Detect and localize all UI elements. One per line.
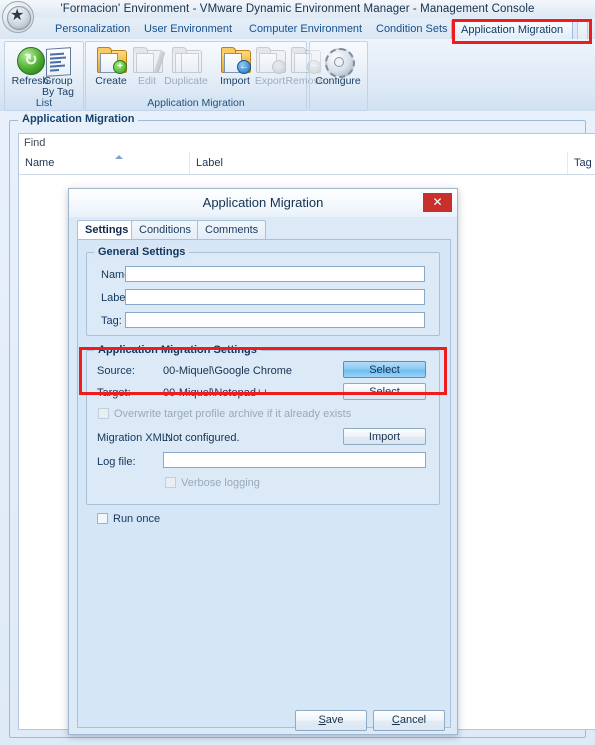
column-header-tag[interactable]: Tag xyxy=(567,152,595,174)
source-select-button[interactable]: Select xyxy=(343,361,426,378)
log-file-label: Log file: xyxy=(97,456,136,468)
ribbon-group-list-label: List xyxy=(35,97,53,109)
window-title: 'Formacion' Environment - VMware Dynamic… xyxy=(60,3,535,15)
title-bar: 'Formacion' Environment - VMware Dynamic… xyxy=(0,0,595,19)
tag-field[interactable] xyxy=(125,312,425,328)
overwrite-label: Overwrite target profile archive if it a… xyxy=(114,408,352,420)
dialog-footer: Save Cancel xyxy=(69,706,457,734)
ribbon-group-application-migration-label: Application Migration xyxy=(147,97,245,109)
star-glyph: ★ xyxy=(10,7,25,24)
ribbon-tab-application-migration[interactable]: Application Migration xyxy=(451,19,574,41)
dialog-title: Application Migration xyxy=(202,195,324,210)
ribbon-button-duplicate-label: Duplicate xyxy=(164,75,208,87)
verbose-logging-label: Verbose logging xyxy=(181,477,260,489)
ribbon: ↻ Refresh Group By Tag List + Create Edi… xyxy=(0,39,595,112)
tag-label: Tag: xyxy=(101,315,122,327)
ribbon-tab-user-environment[interactable]: User Environment xyxy=(135,19,241,39)
tab-conditions[interactable]: Conditions xyxy=(131,220,199,240)
cancel-button[interactable]: Cancel xyxy=(373,710,445,731)
name-field[interactable] xyxy=(125,266,425,282)
save-label-rest: ave xyxy=(325,714,344,726)
label-field[interactable] xyxy=(125,289,425,305)
find-placeholder: Find xyxy=(24,137,46,149)
close-icon[interactable]: ✕ xyxy=(423,193,452,212)
ribbon-tab-personalization[interactable]: Personalization xyxy=(46,19,139,39)
application-migration-dialog: Application Migration ✕ Settings Conditi… xyxy=(68,188,458,735)
sort-ascending-icon xyxy=(115,155,123,159)
star-circle-icon[interactable]: ★ xyxy=(2,1,34,33)
cancel-label-rest: ancel xyxy=(399,714,427,726)
duplicate-icon xyxy=(157,46,215,76)
migration-settings-legend: Application Migration Settings xyxy=(94,344,261,356)
dialog-title-bar: Application Migration ✕ xyxy=(69,189,457,218)
source-value: 00-Miquel\Google Chrome xyxy=(163,365,293,377)
settings-tab-panel: General Settings Name: Label: Tag: Appli… xyxy=(77,239,451,728)
ribbon-tab-overflow[interactable] xyxy=(577,19,588,41)
log-file-field[interactable] xyxy=(163,452,426,468)
column-header-name[interactable]: Name xyxy=(19,152,189,174)
import-xml-button[interactable]: Import xyxy=(343,428,426,445)
ribbon-group-application-migration: + Create Edit Duplicate ← Import → Expor… xyxy=(85,41,325,111)
save-button[interactable]: Save xyxy=(295,710,367,731)
run-once-checkbox[interactable] xyxy=(97,513,108,524)
column-header-label[interactable]: Label xyxy=(189,152,567,174)
target-select-button[interactable]: Select xyxy=(343,383,426,400)
verbose-logging-checkbox[interactable] xyxy=(165,477,176,488)
migration-settings-fieldset: Application Migration Settings Source: 0… xyxy=(86,344,440,505)
find-input[interactable]: Find xyxy=(19,134,595,153)
group-by-tag-icon xyxy=(35,46,81,77)
save-accel: S xyxy=(318,714,326,726)
dialog-body: Settings Conditions Comments General Set… xyxy=(69,217,457,734)
ribbon-button-configure[interactable]: Configure xyxy=(315,45,361,99)
gear-icon xyxy=(315,46,361,78)
ribbon-tab-strip: Personalization User Environment Compute… xyxy=(0,18,595,41)
tab-settings[interactable]: Settings xyxy=(77,220,137,240)
ribbon-group-list: ↻ Refresh Group By Tag List xyxy=(4,41,84,111)
cancel-accel: C xyxy=(391,714,400,726)
ribbon-group-configure: Configure xyxy=(309,41,368,111)
application-window: 'Formacion' Environment - VMware Dynamic… xyxy=(0,0,595,745)
ribbon-button-group-by-tag[interactable]: Group By Tag xyxy=(35,45,81,99)
overwrite-checkbox[interactable] xyxy=(98,408,109,419)
migration-xml-value: Not configured. xyxy=(165,432,240,444)
source-label: Source: xyxy=(97,365,135,377)
general-settings-fieldset: General Settings Name: Label: Tag: xyxy=(86,246,440,336)
run-once-label: Run once xyxy=(113,513,161,525)
ribbon-button-duplicate[interactable]: Duplicate xyxy=(157,45,215,99)
target-value: 00-Miquel\Notepad++ xyxy=(163,387,269,399)
ribbon-button-group-by-tag-label: Group By Tag xyxy=(35,76,81,98)
groupbox-title: Application Migration xyxy=(18,113,139,125)
list-column-header: Name Label Tag xyxy=(19,152,595,175)
ribbon-tab-condition-sets[interactable]: Condition Sets xyxy=(367,19,457,39)
ribbon-tab-computer-environment[interactable]: Computer Environment xyxy=(240,19,371,39)
general-settings-legend: General Settings xyxy=(94,246,190,258)
target-label: Target: xyxy=(97,387,131,399)
migration-xml-label: Migration XML: xyxy=(97,432,171,444)
tab-comments[interactable]: Comments xyxy=(197,220,267,240)
